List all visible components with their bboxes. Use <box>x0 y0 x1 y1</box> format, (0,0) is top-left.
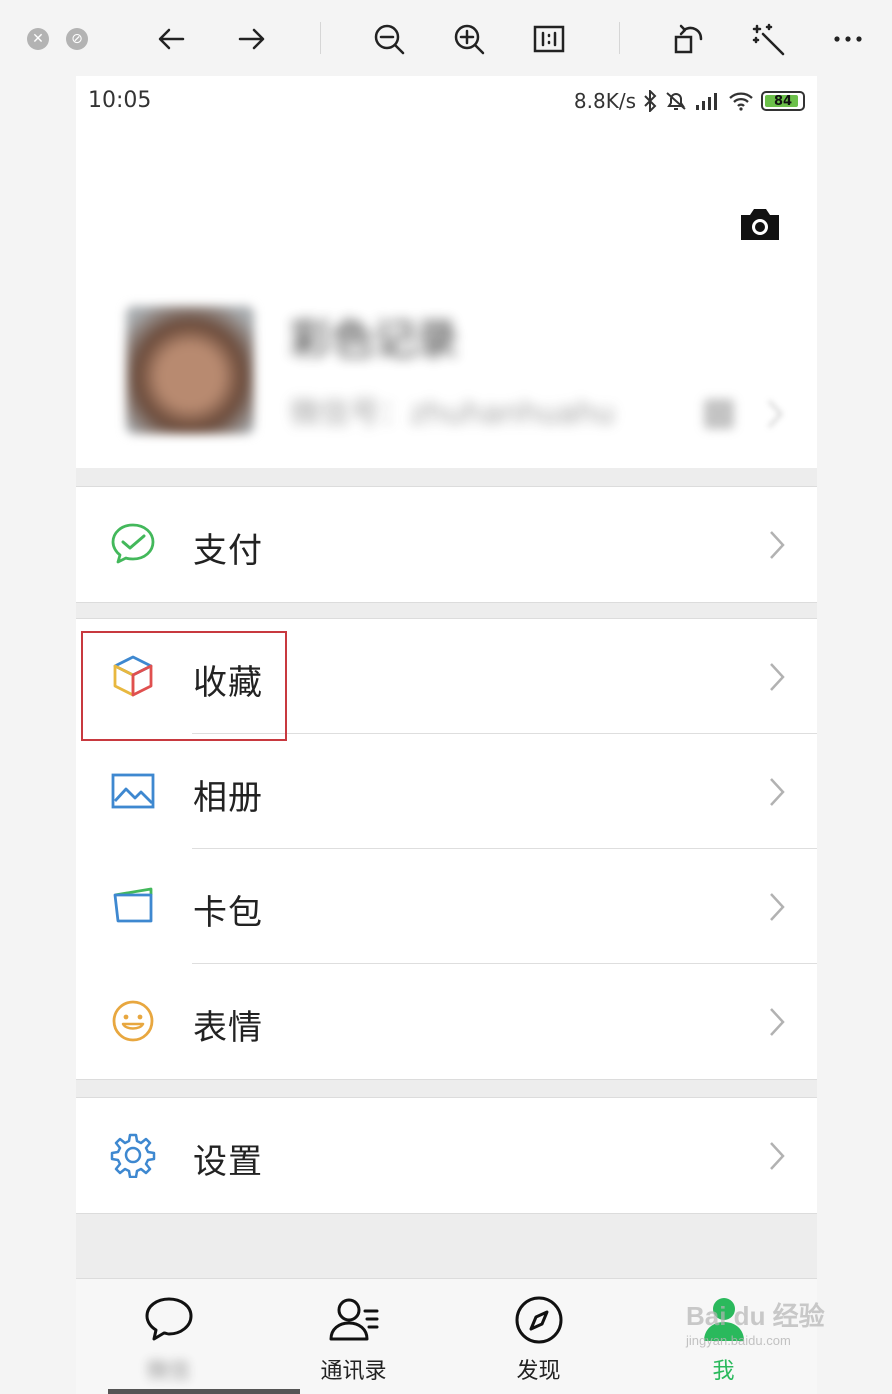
menu-item-cards[interactable]: 卡包 <box>76 849 817 964</box>
status-bar: 10:05 8.8K/s 84 <box>76 76 817 126</box>
menu-group-pay: 支付 <box>76 486 817 603</box>
zoom-in-icon[interactable] <box>450 20 488 58</box>
status-icons: 8.8K/s 84 <box>574 88 805 114</box>
compass-icon <box>515 1296 563 1344</box>
tab-label-me: 我 <box>712 1359 735 1384</box>
menu-label-album: 相册 <box>193 778 263 818</box>
chevron-right-icon <box>770 1008 785 1036</box>
album-picture-icon <box>111 773 155 809</box>
chevron-right-icon <box>768 400 783 428</box>
chevron-right-icon <box>770 531 785 559</box>
avatar[interactable] <box>126 306 254 434</box>
tab-contacts[interactable]: 通讯录 <box>261 1279 446 1394</box>
wifi-icon <box>729 92 753 111</box>
network-speed: 8.8K/s <box>573 89 636 113</box>
smiley-icon <box>112 1000 154 1042</box>
arrow-left-icon[interactable] <box>153 20 191 58</box>
tab-label-contacts: 通讯录 <box>320 1359 387 1384</box>
menu-item-pay[interactable]: 支付 <box>76 487 817 602</box>
magic-wand-icon[interactable] <box>749 20 787 58</box>
arrow-right-icon[interactable] <box>232 20 270 58</box>
close-icon[interactable]: ✕ <box>27 28 49 50</box>
menu-item-album[interactable]: 相册 <box>76 734 817 849</box>
camera-icon[interactable] <box>738 206 782 242</box>
menu-group-settings: 设置 <box>76 1097 817 1214</box>
highlight-box <box>81 631 287 741</box>
card-wallet-icon <box>113 887 153 923</box>
chevron-right-icon <box>770 893 785 921</box>
menu-group-main: 收藏 相册 卡包 表情 <box>76 618 817 1080</box>
chevron-right-icon <box>770 1142 785 1170</box>
toolbar-divider <box>320 22 321 54</box>
menu-label-stickers: 表情 <box>193 1008 263 1048</box>
mute-bell-icon <box>666 92 686 110</box>
viewer-toolbar: ✕ ⊘ <box>0 0 892 76</box>
phone-screen: 10:05 8.8K/s 84 彩色记录 微信号：zhuhanhuahu 支付 … <box>76 76 817 1394</box>
tab-discover[interactable]: 发现 <box>446 1279 631 1394</box>
watermark-url: jingyan.baidu.com <box>686 1333 791 1348</box>
chat-bubble-icon <box>145 1297 193 1341</box>
status-time: 10:05 <box>88 88 152 113</box>
pay-icon <box>111 523 155 564</box>
menu-item-stickers[interactable]: 表情 <box>76 964 817 1079</box>
rotate-icon[interactable] <box>669 20 707 58</box>
watermark-brand: Bai du 经验 <box>686 1301 825 1331</box>
tab-label-discover: 发现 <box>516 1359 561 1384</box>
menu-item-settings[interactable]: 设置 <box>76 1098 817 1213</box>
gear-icon <box>110 1133 156 1178</box>
profile-header[interactable]: 彩色记录 微信号：zhuhanhuahu <box>76 126 817 468</box>
tab-chats[interactable]: 微信 <box>76 1279 300 1394</box>
minimize-icon[interactable]: ⊘ <box>66 28 88 50</box>
bluetooth-icon <box>644 90 657 112</box>
chevron-right-icon <box>770 663 785 691</box>
actual-size-icon[interactable] <box>530 20 568 58</box>
contacts-icon <box>329 1298 379 1341</box>
toolbar-divider <box>619 22 620 54</box>
tab-label-chats: 微信 <box>146 1359 191 1384</box>
battery-icon: 84 <box>761 91 805 111</box>
menu-label-cards: 卡包 <box>193 893 263 933</box>
signal-icon <box>696 93 717 110</box>
battery-level: 84 <box>773 93 793 109</box>
menu-label-pay: 支付 <box>193 531 263 571</box>
baidu-watermark: Bai du 经验 jingyan.baidu.com <box>686 1296 825 1348</box>
more-icon[interactable] <box>829 20 867 58</box>
qr-code-icon[interactable] <box>704 399 734 429</box>
zoom-out-icon[interactable] <box>370 20 408 58</box>
profile-wechat-id: 微信号：zhuhanhuahu <box>290 396 615 431</box>
menu-label-settings: 设置 <box>193 1142 263 1182</box>
profile-name: 彩色记录 <box>290 315 459 364</box>
chevron-right-icon <box>770 778 785 806</box>
